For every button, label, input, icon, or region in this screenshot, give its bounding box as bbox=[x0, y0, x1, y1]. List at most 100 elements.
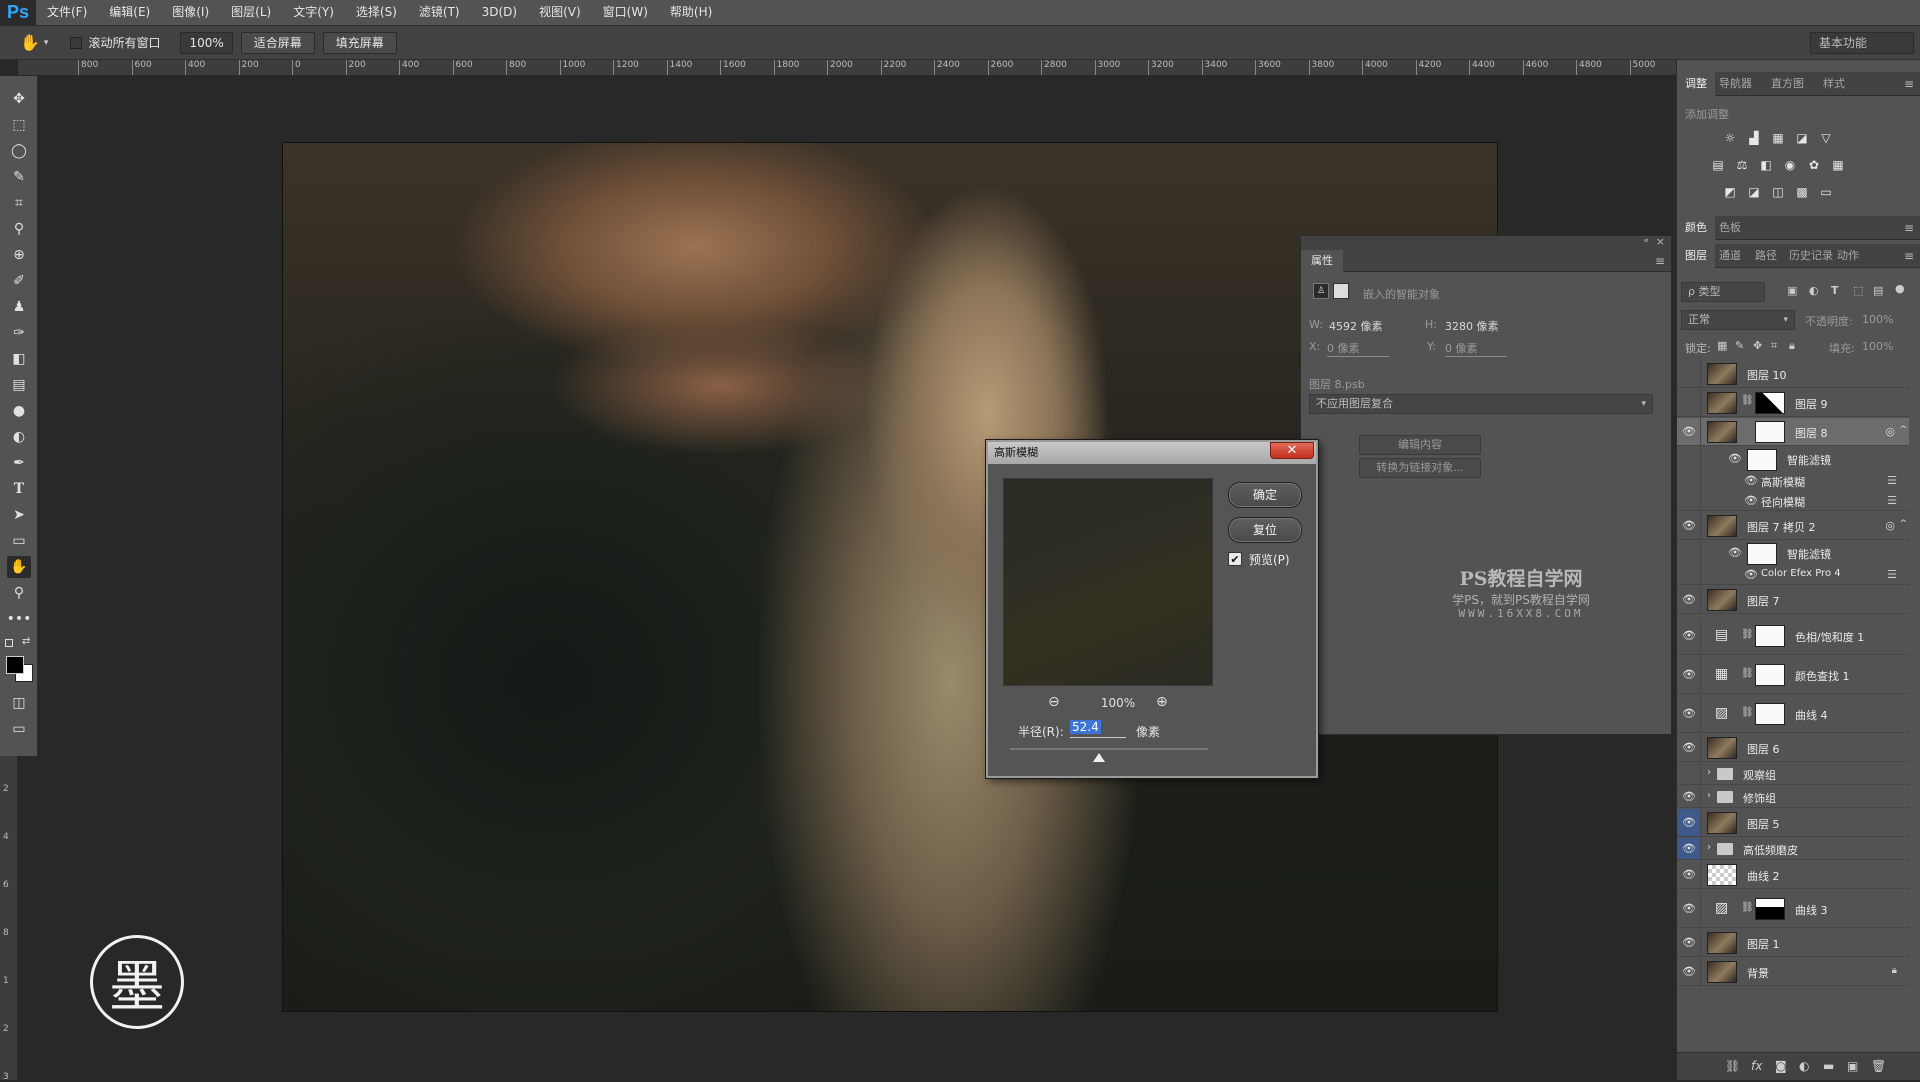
link-layers-icon[interactable]: ⛓ bbox=[1725, 1059, 1740, 1073]
radius-input[interactable]: 52.4 bbox=[1070, 720, 1126, 738]
fill-screen-button[interactable]: 填充屏幕 bbox=[322, 31, 397, 54]
tab-adjustments[interactable]: 调整 bbox=[1677, 72, 1715, 96]
gradient-tool-icon[interactable]: ▤ bbox=[7, 374, 31, 396]
visibility-toggle[interactable]: 👁︎ bbox=[1677, 861, 1701, 888]
group-row[interactable]: › 观察组 bbox=[1677, 763, 1909, 785]
filter-pixel-icon[interactable]: ▣ bbox=[1787, 284, 1797, 297]
convert-to-linked-button[interactable]: 转换为链接对象... bbox=[1359, 458, 1481, 478]
filter-options-icon[interactable]: ☰ bbox=[1887, 474, 1897, 487]
swap-colors-icon[interactable]: ⇄ bbox=[22, 636, 30, 647]
panel-menu-icon[interactable]: ≡ bbox=[1904, 221, 1914, 235]
smart-filter-mask-thumbnail[interactable] bbox=[1747, 449, 1777, 471]
menu-window[interactable]: 窗口(W) bbox=[592, 0, 659, 25]
stamp-tool-icon[interactable]: ♟ bbox=[7, 296, 31, 318]
opacity-value[interactable]: 100% bbox=[1862, 313, 1893, 326]
ok-button[interactable]: 确定 bbox=[1228, 482, 1302, 508]
visibility-toggle[interactable] bbox=[1677, 565, 1701, 584]
blend-mode-select[interactable]: 正常 ▾ bbox=[1681, 310, 1795, 330]
path-select-tool-icon[interactable]: ➤ bbox=[7, 504, 31, 526]
crop-tool-icon[interactable]: ⌗ bbox=[7, 192, 31, 214]
visibility-toggle[interactable]: 👁︎ bbox=[1677, 809, 1701, 836]
lasso-tool-icon[interactable]: ◯ bbox=[7, 140, 31, 162]
y-value[interactable]: 0 像素 bbox=[1445, 340, 1507, 357]
lock-pixels-icon[interactable]: ✎ bbox=[1735, 339, 1744, 352]
type-tool-icon[interactable]: T bbox=[7, 478, 31, 500]
layer-row[interactable]: 图层 10 bbox=[1677, 360, 1909, 388]
channel-mixer-icon[interactable]: ✿ bbox=[1805, 157, 1823, 173]
menu-layer[interactable]: 图层(L) bbox=[220, 0, 282, 25]
layer-row[interactable]: 👁︎ ▦ ⛓ 颜色查找 1 bbox=[1677, 656, 1909, 694]
layer-row[interactable]: 👁︎ 图层 1 bbox=[1677, 929, 1909, 957]
width-value[interactable]: 4592 像素 bbox=[1329, 318, 1383, 334]
zoom-out-icon[interactable]: ⊖ bbox=[1048, 694, 1060, 710]
edit-contents-button[interactable]: 编辑内容 bbox=[1359, 435, 1481, 455]
lock-all-icon[interactable]: 🔒︎ bbox=[1789, 339, 1795, 353]
filter-smart-icon[interactable]: ▤ bbox=[1873, 284, 1883, 297]
shape-tool-icon[interactable]: ▭ bbox=[7, 530, 31, 552]
lock-artboard-icon[interactable]: ⌗ bbox=[1771, 339, 1777, 353]
gradient-map-icon[interactable]: ▭ bbox=[1817, 184, 1835, 200]
eye-icon[interactable]: 👁︎ bbox=[1743, 494, 1759, 508]
visibility-toggle[interactable] bbox=[1677, 541, 1701, 565]
tab-actions[interactable]: 动作 bbox=[1829, 244, 1867, 268]
filter-options-icon[interactable]: ☰ bbox=[1887, 568, 1897, 581]
layer-mask-thumbnail[interactable] bbox=[1755, 898, 1785, 920]
fx-icon[interactable]: fx bbox=[1751, 1059, 1762, 1073]
visibility-toggle[interactable] bbox=[1677, 491, 1701, 510]
layer-filter-select[interactable]: ρ 类型 bbox=[1681, 282, 1765, 302]
quick-mask-icon[interactable]: ◫ bbox=[7, 692, 31, 714]
workspace-select[interactable]: 基本功能 bbox=[1810, 32, 1914, 54]
eye-icon[interactable]: 👁︎ bbox=[1727, 452, 1743, 466]
layer-mask-thumbnail[interactable] bbox=[1755, 625, 1785, 647]
visibility-toggle[interactable]: 👁︎ bbox=[1677, 656, 1701, 693]
eraser-tool-icon[interactable]: ◧ bbox=[7, 348, 31, 370]
tab-swatches[interactable]: 色板 bbox=[1711, 216, 1749, 240]
vibrance-icon[interactable]: ▽ bbox=[1817, 130, 1835, 146]
layer-row[interactable]: 👁︎ 曲线 2 bbox=[1677, 861, 1909, 889]
history-brush-tool-icon[interactable]: ✑ bbox=[7, 322, 31, 344]
visibility-toggle[interactable]: 👁︎ bbox=[1677, 890, 1701, 927]
brush-tool-icon[interactable]: ✐ bbox=[7, 270, 31, 292]
filter-row[interactable]: 👁︎ 径向模糊 ☰ bbox=[1677, 491, 1909, 511]
filter-type-icon[interactable]: T bbox=[1831, 284, 1839, 297]
layer-comp-select[interactable]: 不应用图层复合 ▾ bbox=[1309, 394, 1653, 414]
marquee-tool-icon[interactable]: ⬚ bbox=[7, 114, 31, 136]
more-tools-icon[interactable]: ••• bbox=[7, 608, 32, 630]
scroll-all-checkbox[interactable] bbox=[70, 36, 83, 49]
chevron-right-icon[interactable]: › bbox=[1707, 842, 1711, 853]
layer-row[interactable]: 👁︎ 图层 6 bbox=[1677, 734, 1909, 762]
menu-3d[interactable]: 3D(D) bbox=[471, 0, 528, 25]
tab-properties[interactable]: 属性 bbox=[1301, 250, 1343, 272]
move-tool-icon[interactable]: ✥ bbox=[7, 88, 31, 110]
eyedropper-tool-icon[interactable]: ⚲ bbox=[7, 218, 31, 240]
chevron-down-icon[interactable]: ▾ bbox=[44, 38, 49, 48]
filter-adjustment-icon[interactable]: ◐ bbox=[1809, 284, 1819, 297]
tab-styles[interactable]: 样式 bbox=[1815, 72, 1853, 96]
panel-menu-icon[interactable]: ≡ bbox=[1655, 254, 1665, 268]
layer-row[interactable]: 👁︎ 图层 7 拷贝 2 ◎ ^ bbox=[1677, 512, 1909, 540]
dialog-close-button[interactable]: ✕ bbox=[1270, 442, 1314, 459]
threshold-icon[interactable]: ◫ bbox=[1769, 184, 1787, 200]
layer-row[interactable]: 👁︎ 背景 🔒︎ bbox=[1677, 958, 1909, 986]
tab-navigator[interactable]: 导航器 bbox=[1711, 72, 1760, 96]
lock-position-icon[interactable]: ✥ bbox=[1753, 339, 1762, 352]
smart-filters-row[interactable]: 👁︎ 智能滤镜 bbox=[1677, 541, 1909, 565]
smart-filters-row[interactable]: 👁︎ 智能滤镜 bbox=[1677, 447, 1909, 471]
eye-icon[interactable]: 👁︎ bbox=[1727, 546, 1743, 560]
visibility-toggle[interactable]: 👁︎ bbox=[1677, 586, 1701, 613]
new-adjustment-icon[interactable]: ◐ bbox=[1799, 1059, 1809, 1073]
radius-slider-track[interactable] bbox=[1010, 748, 1208, 750]
menu-image[interactable]: 图像(I) bbox=[161, 0, 220, 25]
visibility-toggle[interactable]: 👁︎ bbox=[1677, 958, 1701, 985]
add-mask-icon[interactable]: ◙ bbox=[1775, 1059, 1787, 1073]
hue-saturation-icon[interactable]: ▤ bbox=[1709, 157, 1727, 173]
dodge-tool-icon[interactable]: ◐ bbox=[7, 426, 31, 448]
visibility-toggle[interactable]: 👁︎ bbox=[1677, 695, 1701, 732]
menu-type[interactable]: 文字(Y) bbox=[282, 0, 345, 25]
quick-select-tool-icon[interactable]: ✎ bbox=[7, 166, 31, 188]
close-icon[interactable]: × bbox=[1656, 235, 1665, 248]
layer-row[interactable]: 👁︎ ▤ ⛓ 色相/饱和度 1 bbox=[1677, 617, 1909, 655]
layer-row[interactable]: 👁︎ 图层 5 bbox=[1677, 809, 1909, 837]
visibility-toggle[interactable]: 👁︎ bbox=[1677, 838, 1701, 859]
new-group-icon[interactable]: ▬ bbox=[1823, 1059, 1834, 1073]
